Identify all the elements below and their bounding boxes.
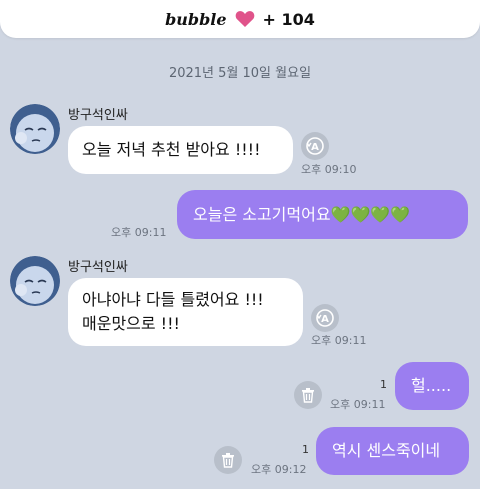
heart-icon — [235, 11, 254, 27]
translate-icon: A — [316, 309, 334, 327]
translate-button[interactable]: A — [301, 132, 329, 160]
bubble-count: + 104 — [262, 9, 315, 29]
message-bubble[interactable]: 헐..... — [395, 362, 469, 410]
sender-name: 방구석인싸 — [68, 108, 128, 123]
message-text-line: 아냐아냐 다들 틀렸어요 !!! — [82, 290, 264, 309]
message-time: 오후 09:11 — [111, 226, 167, 239]
brand-label: bubble — [165, 9, 227, 29]
date-separator: 2021년 5월 10일 월요일 — [168, 66, 312, 81]
message-bubble[interactable]: 아냐아냐 다들 틀렸어요 !!! 매운맛으로 !!! — [68, 278, 303, 346]
svg-text:A: A — [321, 314, 329, 325]
message-bubble[interactable]: 오늘은 소고기먹어요💚💚💚💚 — [177, 190, 468, 239]
message-bubble[interactable]: 오늘 저녁 추천 받아요 !!!! — [68, 126, 293, 174]
translate-icon: A — [306, 137, 324, 155]
message-text: 역시 센스죽이네 — [332, 441, 441, 460]
svg-text:A: A — [311, 142, 319, 153]
delete-button[interactable] — [214, 446, 242, 474]
trash-icon — [222, 453, 234, 468]
unread-count: 1 — [302, 443, 309, 456]
message-text-line: 매운맛으로 !!! — [82, 314, 180, 333]
delete-button[interactable] — [294, 381, 322, 409]
message-text: 헐..... — [411, 376, 452, 395]
message-text: 오늘 저녁 추천 받아요 !!!! — [82, 140, 261, 159]
message-time: 오후 09:10 — [301, 163, 357, 176]
message-text: 오늘은 소고기먹어요💚💚💚💚 — [193, 204, 411, 224]
sender-name: 방구석인싸 — [68, 260, 128, 275]
message-time: 오후 09:11 — [330, 398, 386, 411]
translate-button[interactable]: A — [311, 304, 339, 332]
unread-count: 1 — [380, 378, 387, 391]
avatar-image — [10, 104, 60, 154]
trash-icon — [302, 388, 314, 403]
header-bar: bubble + 104 — [0, 0, 480, 38]
message-time: 오후 09:12 — [251, 463, 307, 476]
avatar[interactable] — [10, 256, 60, 306]
avatar-image — [10, 256, 60, 306]
message-bubble[interactable]: 역시 센스죽이네 — [316, 427, 469, 475]
message-time: 오후 09:11 — [311, 334, 367, 347]
avatar[interactable] — [10, 104, 60, 154]
